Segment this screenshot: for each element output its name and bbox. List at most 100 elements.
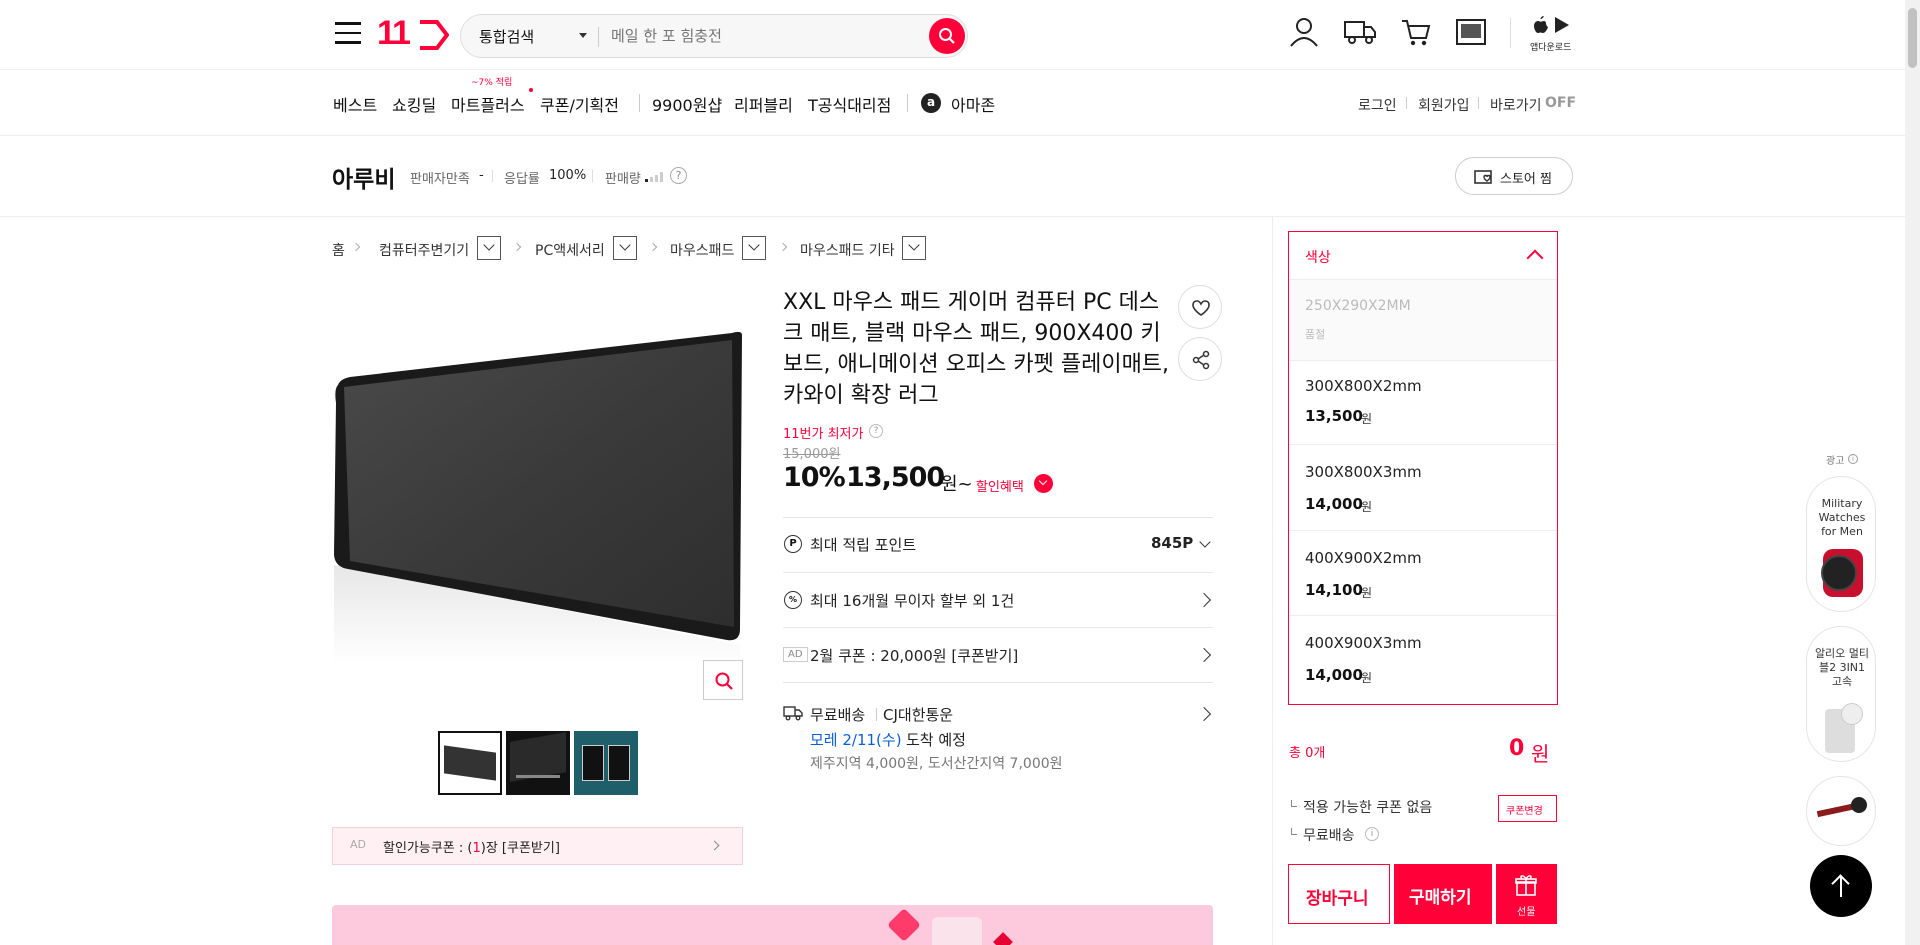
ad-card-3[interactable] (1806, 776, 1876, 846)
apple-icon[interactable] (1533, 14, 1549, 34)
response-label: 응답률 (504, 172, 540, 187)
nav-refurbly[interactable]: 리퍼블리 (734, 92, 793, 116)
store-bar (0, 136, 1920, 217)
signup-link[interactable]: 회원가입 (1418, 95, 1470, 115)
ad-tag: AD (783, 647, 808, 662)
login-link[interactable]: 로그인 (1358, 95, 1397, 115)
gift-button[interactable]: 선물 (1496, 864, 1557, 924)
corner-icon (1291, 828, 1297, 835)
search-button[interactable] (929, 18, 965, 54)
nav-9900-shop[interactable]: 9900원샵 (652, 92, 722, 116)
nav-shocking-deal[interactable]: 쇼킹딜 (392, 92, 436, 116)
breadcrumb-dropdown[interactable] (902, 236, 926, 260)
chevron-down-icon[interactable] (579, 33, 587, 38)
option-item[interactable]: 300X800X2mm 13,500 원 (1289, 361, 1557, 445)
chevron-down-icon (748, 239, 760, 251)
wishlist-button[interactable] (1178, 285, 1222, 329)
thumbnail-3[interactable] (574, 731, 638, 795)
chevron-right-icon[interactable] (1196, 592, 1212, 608)
coupon-change-button[interactable]: 쿠폰변경 (1498, 795, 1557, 822)
amazon-icon[interactable]: a (921, 93, 941, 113)
coupon-label[interactable]: 2월 쿠폰 : 20,000원 [쿠폰받기] (810, 645, 1018, 666)
menu-icon[interactable] (335, 22, 361, 44)
divider (1272, 217, 1273, 945)
breadcrumb-separator-icon (512, 242, 522, 252)
option-item[interactable]: 300X800X3mm 14,000 원 (1289, 445, 1557, 531)
ad-card-charger[interactable]: 알리오 멀티블2 3IN1 고속 (1806, 626, 1876, 762)
user-icon[interactable] (1289, 16, 1319, 48)
breadcrumb-dropdown[interactable] (742, 236, 766, 260)
option-header[interactable]: 색상 (1289, 232, 1557, 280)
thumbnail-2[interactable] (506, 731, 570, 795)
chevron-down-icon (908, 239, 920, 251)
store-name[interactable]: 아루비 (332, 160, 395, 194)
buy-button[interactable]: 구매하기 (1394, 864, 1492, 924)
search-input[interactable] (611, 24, 901, 48)
breadcrumb-item[interactable]: 마우스패드 (670, 240, 734, 260)
promo-banner[interactable] (332, 905, 1213, 945)
benefit-link[interactable]: 할인혜택 (976, 476, 1024, 495)
nav-coupon-event[interactable]: 쿠폰/기획전 (540, 92, 619, 116)
option-item[interactable]: 400X900X2mm 14,100 원 (1289, 531, 1557, 616)
cart-icon[interactable] (1400, 18, 1432, 48)
nav-best[interactable]: 베스트 (333, 92, 377, 116)
share-button[interactable] (1178, 337, 1222, 381)
arrow-up-icon (1840, 877, 1842, 897)
divider (783, 682, 1213, 683)
divider (876, 708, 877, 721)
share-icon (1192, 350, 1210, 370)
zoom-button[interactable] (703, 660, 743, 700)
nav-mart-plus[interactable]: 마트플러스 (451, 92, 525, 116)
discount-coupon-text: 할인가능쿠폰 : (1)장 [쿠폰받기] (383, 841, 560, 856)
divider (1478, 97, 1479, 109)
satisfaction-label: 판매자만족 (410, 172, 470, 187)
product-main-image[interactable] (332, 285, 742, 665)
cart-button[interactable]: 장바구니 (1288, 864, 1390, 924)
delivery-truck-icon[interactable] (1343, 18, 1377, 46)
chevron-down-icon (483, 239, 495, 251)
divider (492, 170, 493, 182)
recent-viewed-icon[interactable] (1455, 17, 1487, 49)
chevron-down-icon (619, 239, 631, 251)
chevron-right-icon[interactable] (1196, 706, 1212, 722)
chevron-down-icon[interactable] (1199, 536, 1211, 548)
option-item[interactable]: 400X900X3mm 14,000 원 (1289, 616, 1557, 704)
breadcrumb-dropdown[interactable] (477, 236, 501, 260)
gift-decoration (932, 917, 982, 945)
discount-coupon-banner[interactable]: AD 할인가능쿠폰 : (1)장 [쿠폰받기] (332, 827, 743, 865)
gift-icon (1515, 875, 1537, 896)
store-follow-button[interactable]: 스토어 찜 (1455, 157, 1573, 195)
breadcrumb-dropdown[interactable] (613, 236, 637, 260)
play-store-icon[interactable] (1554, 16, 1570, 34)
scrollbar-track[interactable] (1905, 0, 1920, 945)
info-icon[interactable]: i (1365, 827, 1379, 841)
shortcut-state[interactable]: OFF (1545, 95, 1576, 111)
scroll-top-button[interactable] (1810, 855, 1872, 917)
ad-card-watch[interactable]: Military Watches for Men (1806, 476, 1876, 612)
app-download-label[interactable]: 앱다운로드 (1530, 40, 1571, 53)
shortcut-toggle[interactable]: 바로가기 (1490, 95, 1542, 115)
info-icon[interactable]: i (1848, 454, 1858, 464)
breadcrumb-home[interactable]: 홈 (332, 240, 345, 260)
help-icon[interactable]: ? (869, 424, 883, 438)
search-category-select[interactable]: 통합검색 (479, 26, 534, 47)
scrollbar-thumb[interactable] (1908, 8, 1917, 68)
mart-plus-badge: ~7% 적립 (471, 78, 513, 88)
chevron-right-icon[interactable] (1196, 647, 1212, 663)
chevron-down-icon[interactable] (1034, 474, 1053, 493)
breadcrumb-item[interactable]: 컴퓨터주변기기 (379, 240, 469, 260)
sales-level-icon (645, 172, 663, 182)
breadcrumb-item[interactable]: 마우스패드 기타 (800, 240, 895, 260)
thumbnail-1[interactable] (438, 731, 502, 795)
gift-decoration (887, 908, 921, 942)
delivery-truck-icon (783, 706, 803, 721)
search-icon (939, 28, 955, 44)
installment-label[interactable]: 최대 16개월 무이자 할부 외 1건 (810, 590, 1014, 611)
breadcrumb-item[interactable]: PC액세서리 (535, 240, 605, 260)
zoom-icon (715, 672, 733, 690)
nav-t-official[interactable]: T공식대리점 (808, 92, 891, 116)
ad-label: 광고 (1826, 456, 1845, 467)
help-icon[interactable]: ? (670, 167, 687, 184)
nav-amazon[interactable]: 아마존 (951, 92, 995, 116)
logo-11st[interactable]: 11 (377, 14, 449, 54)
